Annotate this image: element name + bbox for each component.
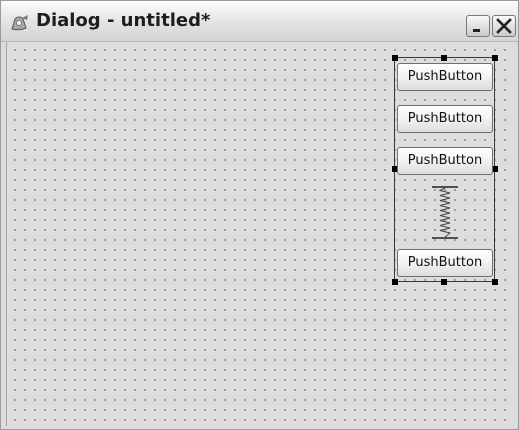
close-button[interactable] xyxy=(492,15,516,37)
push-button-4[interactable]: PushButton xyxy=(397,249,493,277)
push-button-1[interactable]: PushButton xyxy=(397,63,493,91)
vertical-spacer-icon xyxy=(432,186,458,239)
resize-handle-top-left[interactable] xyxy=(392,55,398,61)
resize-handle-bottom-right[interactable] xyxy=(492,279,498,285)
resize-handle-bottom-center[interactable] xyxy=(441,279,447,285)
designer-icon xyxy=(10,14,30,32)
resize-handle-top-right[interactable] xyxy=(492,55,498,61)
minimize-icon xyxy=(473,29,480,32)
vertical-spacer[interactable] xyxy=(428,186,462,240)
resize-handle-top-center[interactable] xyxy=(441,55,447,61)
minimize-button[interactable] xyxy=(466,15,490,37)
title-bar[interactable]: Dialog - untitled* xyxy=(1,1,518,42)
close-icon xyxy=(496,18,512,34)
push-button-3[interactable]: PushButton xyxy=(397,147,493,175)
resize-handle-bottom-left[interactable] xyxy=(392,279,398,285)
window-title: Dialog - untitled* xyxy=(36,10,211,31)
push-button-2[interactable]: PushButton xyxy=(397,105,493,133)
